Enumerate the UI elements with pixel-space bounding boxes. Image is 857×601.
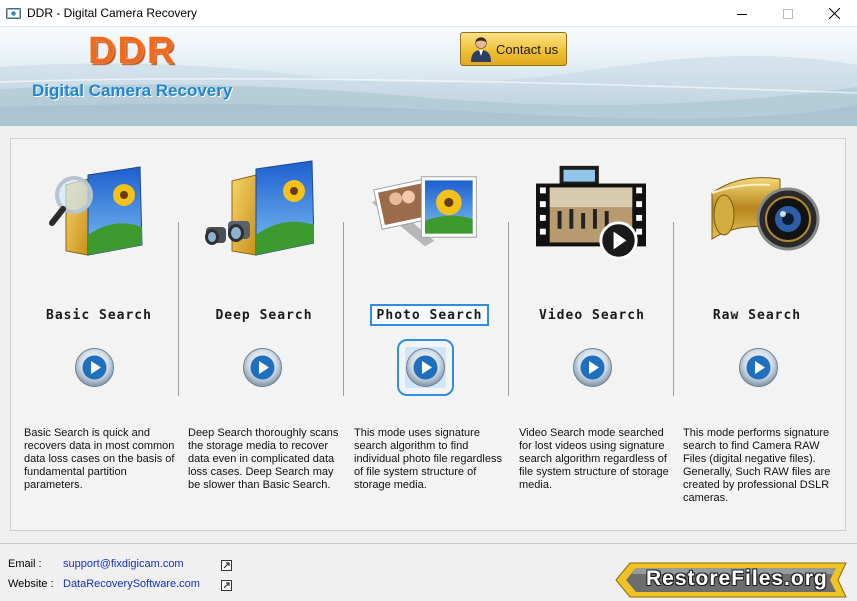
- restorefiles-badge-text: RestoreFiles.org: [646, 567, 828, 590]
- product-name: Digital Camera Recovery: [32, 81, 233, 100]
- title-bar: DDR - Digital Camera Recovery: [0, 0, 857, 27]
- photos-stack-icon: [371, 176, 477, 247]
- photo-search-play-button[interactable]: [397, 339, 454, 396]
- person-icon: [471, 37, 491, 62]
- header-banner: DDR Digital Camera Recovery Contact us: [0, 27, 857, 126]
- maximize-button[interactable]: [765, 0, 811, 27]
- video-search-play-button[interactable]: [572, 347, 613, 388]
- mode-divider: [343, 222, 344, 396]
- binoculars-folder-icon: [205, 160, 314, 256]
- deep-search-title: Deep Search: [215, 307, 313, 323]
- magnifier-folder-icon: [49, 166, 143, 256]
- raw-search-description: This mode performs signature search to f…: [683, 427, 831, 504]
- basic-search-description: Basic Search is quick and recovers data …: [24, 427, 175, 491]
- app-icon: [6, 8, 21, 19]
- video-film-icon: [536, 165, 646, 260]
- video-search-description: Video Search mode searched for lost vide…: [519, 427, 669, 491]
- email-link[interactable]: support@fixdigicam.com: [63, 558, 184, 570]
- raw-search-play-button[interactable]: [738, 347, 779, 388]
- contact-us-label: Contact us: [496, 42, 559, 57]
- camera-lens-film-icon: [711, 177, 820, 251]
- basic-search-title: Basic Search: [46, 307, 152, 323]
- basic-search-play-button[interactable]: [74, 347, 115, 388]
- contact-us-button[interactable]: Contact us: [460, 32, 567, 66]
- brand-logo: DDR: [88, 30, 177, 72]
- photo-search-title: Photo Search: [370, 304, 489, 326]
- minimize-icon: [737, 13, 747, 15]
- website-link[interactable]: DataRecoverySoftware.com: [63, 578, 200, 590]
- email-label: Email :: [8, 558, 42, 570]
- close-icon: [828, 8, 840, 19]
- video-search-title: Video Search: [539, 307, 645, 323]
- website-label: Website :: [8, 578, 54, 590]
- mode-divider: [508, 222, 509, 396]
- photo-search-description: This mode uses signature search algorith…: [354, 427, 502, 491]
- mode-divider: [673, 222, 674, 396]
- close-button[interactable]: [811, 0, 857, 27]
- mode-divider: [178, 222, 179, 396]
- deep-search-play-button[interactable]: [242, 347, 283, 388]
- window-title: DDR - Digital Camera Recovery: [27, 6, 198, 20]
- minimize-button[interactable]: [719, 0, 765, 27]
- deep-search-description: Deep Search thoroughly scans the storage…: [188, 427, 339, 491]
- raw-search-title: Raw Search: [712, 307, 802, 323]
- open-external-icon[interactable]: [221, 580, 232, 591]
- open-external-icon[interactable]: [221, 560, 232, 571]
- maximize-icon: [783, 8, 793, 19]
